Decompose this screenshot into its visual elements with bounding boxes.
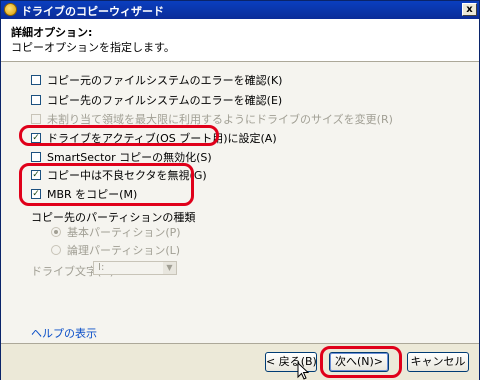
page-subtitle: コピーオプションを指定します。 [11, 41, 175, 54]
checkbox[interactable] [31, 75, 41, 85]
option-check-target-fs[interactable]: コピー先のファイルシステムのエラーを確認(E) [31, 92, 282, 108]
highlight-box-next [320, 346, 402, 378]
partition-type-label: コピー先のパーティションの種類 [31, 211, 196, 224]
option-check-source-fs[interactable]: コピー元のファイルシステムのエラーを確認(K) [31, 72, 282, 88]
app-icon [4, 3, 17, 16]
checkbox[interactable] [31, 152, 41, 162]
radio-logical-partition: 論理パーティション(L) [51, 242, 180, 258]
option-label: コピー元のファイルシステムのエラーを確認(K) [47, 74, 283, 87]
wizard-window: ドライブのコピーウィザード x 詳細オプション: コピーオプションを指定します。… [0, 0, 480, 380]
checkbox[interactable] [31, 95, 41, 105]
radio-primary-partition: 基本パーティション(P) [51, 224, 181, 240]
highlight-box-sectors-mbr [19, 163, 194, 206]
cancel-button[interactable]: キャンセル [407, 352, 469, 372]
radio-label: 論理パーティション(L) [67, 244, 181, 257]
drive-letter-value: I: [98, 262, 105, 273]
drive-letter-select: I: ▼ [93, 261, 177, 275]
window-title: ドライブのコピーウィザード [21, 5, 164, 18]
button-bar: < 戻る(B) 次へ(N)> キャンセル [1, 343, 479, 380]
wizard-header: 詳細オプション: コピーオプションを指定します。 [1, 19, 479, 62]
checkbox [31, 114, 41, 124]
chevron-down-icon: ▼ [163, 262, 176, 274]
title-bar: ドライブのコピーウィザード x [1, 1, 479, 19]
help-link[interactable]: ヘルプの表示 [31, 325, 97, 341]
page-title: 詳細オプション: [11, 26, 93, 39]
highlight-box-active [19, 125, 219, 146]
radio-button-selected [51, 227, 61, 237]
mouse-cursor-icon [297, 362, 310, 380]
close-button[interactable]: x [462, 3, 477, 16]
options-panel: コピー元のファイルシステムのエラーを確認(K) コピー先のファイルシステムのエラ… [1, 62, 479, 342]
option-label: コピー先のファイルシステムのエラーを確認(E) [47, 94, 283, 107]
radio-button [51, 245, 61, 255]
radio-label: 基本パーティション(P) [67, 226, 181, 239]
